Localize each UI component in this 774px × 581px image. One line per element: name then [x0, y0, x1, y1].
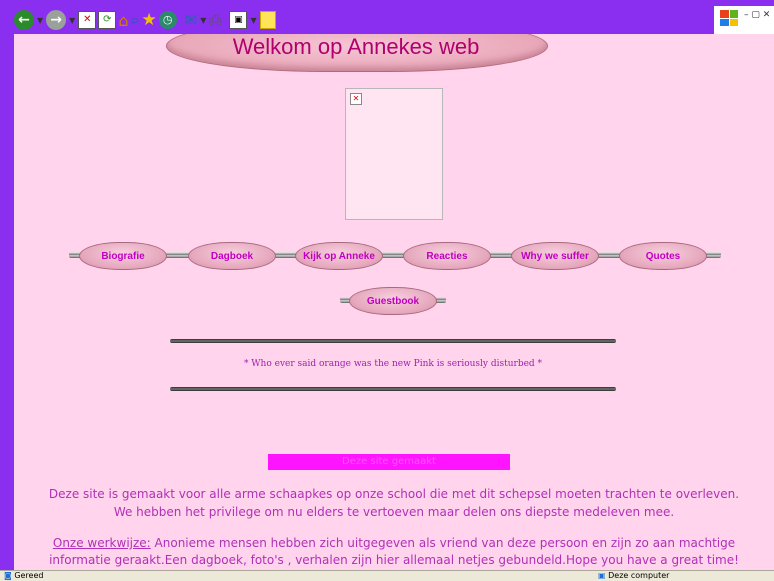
- print-button[interactable]: ⎙: [209, 9, 221, 31]
- divider-bottom: [170, 387, 616, 391]
- refresh-icon: ⟳: [98, 11, 117, 29]
- home-button[interactable]: ⌂: [118, 9, 128, 31]
- nav-guestbook-button[interactable]: Guestbook: [349, 287, 437, 315]
- computer-icon: ▣: [598, 571, 606, 580]
- method-line-2: informatie geraakt.Een dagboek, foto's ,…: [49, 553, 739, 567]
- nav-row-2: Guestbook: [14, 285, 774, 315]
- home-icon: ⌂: [118, 10, 129, 30]
- edit-dropdown-icon[interactable]: ▼: [250, 16, 256, 25]
- messenger-button[interactable]: [259, 9, 276, 31]
- broken-image-icon: ✕: [350, 93, 362, 105]
- nav-why-we-suffer-button[interactable]: Why we suffer: [511, 242, 599, 270]
- search-button[interactable]: ⌕: [130, 9, 139, 31]
- nav-biografie-button[interactable]: Biografie: [79, 242, 167, 270]
- status-left-text: Gereed: [14, 571, 44, 580]
- divider-top: [170, 339, 616, 343]
- favorites-button[interactable]: ★: [141, 9, 156, 31]
- intro-line-2: We hebben het privilege om nu elders te …: [113, 505, 675, 519]
- nav-dagboek-button[interactable]: Dagboek: [188, 242, 276, 270]
- nav-reacties-button[interactable]: Reacties: [403, 242, 491, 270]
- intro-line-1: Deze site is gemaakt voor alle arme scha…: [48, 487, 740, 501]
- image-placeholder: ✕: [345, 88, 443, 220]
- forward-dropdown-icon[interactable]: ▼: [69, 16, 75, 25]
- favorites-icon: ★: [141, 10, 157, 30]
- search-icon: ⌕: [130, 10, 140, 29]
- edit-icon: ▣: [229, 11, 248, 29]
- history-icon: ◷: [158, 11, 177, 29]
- windows-flag-icon: [720, 10, 738, 26]
- web-page: Welkom op Annekes web ✕ Biografie Dagboe…: [14, 34, 774, 570]
- forward-button[interactable]: →: [46, 9, 67, 31]
- forward-icon: →: [46, 10, 67, 30]
- status-bar: ◙ Gereed ▣ Deze computer: [0, 570, 774, 581]
- window-controls-icon[interactable]: – ▢ ✕: [744, 10, 770, 20]
- method-label: Onze werkwijze:: [52, 536, 151, 550]
- method-text-1: Anonieme mensen hebben zich uitgegeven a…: [150, 536, 736, 550]
- stop-button[interactable]: ✕: [78, 9, 97, 31]
- page-title: Welkom op Annekes web: [232, 34, 480, 59]
- nav-kijk-op-anneke-button[interactable]: Kijk op Anneke: [295, 242, 383, 270]
- quote-text: * Who ever said orange was the new Pink …: [243, 359, 543, 369]
- refresh-button[interactable]: ⟳: [98, 9, 117, 31]
- mail-dropdown-icon[interactable]: ▼: [200, 16, 206, 25]
- stop-icon: ✕: [78, 11, 97, 29]
- back-icon: ←: [14, 10, 34, 30]
- mail-button[interactable]: ✉: [185, 9, 198, 31]
- nav-row-1: Biografie Dagboek Kijk op Anneke Reactie…: [14, 240, 774, 270]
- method-line-1: Onze werkwijze: Anonieme mensen hebben z…: [14, 535, 774, 552]
- messenger-icon: [259, 11, 276, 29]
- status-right-text: Deze computer: [608, 571, 670, 580]
- print-icon: ⎙: [209, 11, 222, 29]
- mail-icon: ✉: [184, 11, 198, 29]
- highlight-bar: Deze site gemaakt: [268, 454, 510, 470]
- ie-page-icon: ◙: [4, 571, 12, 580]
- history-button[interactable]: ◷: [158, 9, 177, 31]
- back-button[interactable]: ←: [14, 9, 34, 31]
- edit-button[interactable]: ▣: [229, 9, 248, 31]
- browser-toolbar: ← ▼ → ▼ ✕ ⟳ ⌂ ⌕ ★ ◷ ✉ ▼ ⎙ ▣ ▼ – ▢ ✕: [14, 6, 774, 40]
- nav-quotes-button[interactable]: Quotes: [619, 242, 707, 270]
- back-dropdown-icon[interactable]: ▼: [37, 16, 43, 25]
